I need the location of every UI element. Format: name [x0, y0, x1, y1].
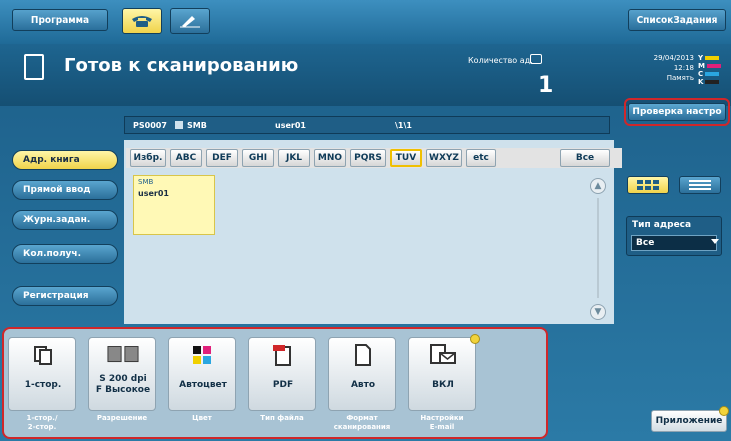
caption-color: Цвет	[192, 414, 212, 422]
signature-mode-button[interactable]	[170, 8, 210, 34]
tab-def[interactable]: DEF	[206, 149, 238, 167]
quantity-label: Количество ад.	[468, 56, 533, 65]
server-icon	[175, 121, 183, 129]
tab-pqrs[interactable]: PQRS	[350, 149, 386, 167]
address-book-icon	[530, 54, 542, 64]
chevron-down-icon	[711, 239, 719, 244]
job-list-button[interactable]: СписокЗадания	[628, 9, 726, 31]
setting-color-value: Автоцвет	[179, 380, 227, 390]
setting-resolution[interactable]: S 200 dpi F Высокое	[88, 337, 156, 411]
document-icon	[24, 54, 44, 80]
path-user: user01	[275, 121, 306, 130]
tab-ghi[interactable]: GHI	[242, 149, 274, 167]
nav-direct-input[interactable]: Прямой ввод	[12, 180, 118, 200]
entry-type: SMB	[138, 178, 154, 186]
time-text: 12:18	[673, 64, 694, 72]
memory-label: Память	[666, 74, 694, 82]
protocol-label: SMB	[187, 121, 207, 130]
setting-file-type[interactable]: PDF	[248, 337, 316, 411]
entry-name: user01	[138, 189, 169, 198]
duplex-icon	[27, 344, 59, 366]
quantity-value: 1	[538, 73, 554, 98]
scroll-track	[597, 198, 599, 298]
tab-favorites[interactable]: Избр.	[130, 149, 166, 167]
check-settings-frame: Проверка настро	[624, 98, 730, 126]
caption-scan-size: Формат сканирования	[333, 414, 391, 431]
notification-dot-icon	[470, 334, 480, 344]
page-title: Готов к сканированию	[64, 55, 299, 76]
check-settings-button[interactable]: Проверка настро	[628, 103, 726, 121]
tab-wxyz[interactable]: WXYZ	[426, 149, 462, 167]
color-icon	[187, 344, 219, 366]
nav-address-book[interactable]: Адр. книга	[12, 150, 118, 170]
apps-notification-dot-icon	[719, 406, 729, 416]
list-view-button[interactable]	[679, 176, 721, 194]
setting-duplex[interactable]: 1-стор.	[8, 337, 76, 411]
program-button[interactable]: Программа	[12, 9, 108, 31]
setting-resolution-value: S 200 dpi F Высокое	[95, 374, 151, 395]
top-bar	[0, 0, 731, 44]
applications-button[interactable]: Приложение	[651, 410, 727, 432]
setting-duplex-value: 1-стор.	[24, 380, 62, 390]
grid-view-icon	[637, 180, 659, 190]
pdf-icon	[267, 344, 299, 366]
toner-levels: Y M C K	[698, 54, 728, 86]
nav-registration[interactable]: Регистрация	[12, 286, 118, 306]
setting-file-type-value: PDF	[272, 380, 294, 390]
nav-job-history[interactable]: Журн.задан.	[12, 210, 118, 230]
toner-c: C	[698, 70, 728, 78]
address-type-title: Тип адреса	[632, 220, 692, 230]
list-view-icon	[689, 180, 711, 190]
tab-all[interactable]: Все	[560, 149, 610, 167]
address-entry[interactable]: SMB user01	[133, 175, 215, 235]
pen-icon	[180, 16, 200, 28]
toner-y: Y	[698, 54, 728, 62]
fax-mode-button[interactable]	[122, 8, 162, 34]
address-type-value[interactable]: Все	[631, 235, 717, 251]
list-scrollbar[interactable]: ▲ ▼	[590, 178, 606, 320]
resolution-icon	[107, 344, 139, 366]
scroll-up-icon[interactable]: ▲	[590, 178, 606, 194]
setting-color[interactable]: Автоцвет	[168, 337, 236, 411]
grid-view-button[interactable]	[627, 176, 669, 194]
nav-recipient-count[interactable]: Кол.получ.	[12, 244, 118, 264]
setting-email[interactable]: ВКЛ	[408, 337, 476, 411]
path-folder: \1\1	[395, 121, 412, 130]
scroll-down-icon[interactable]: ▼	[590, 304, 606, 320]
toner-k: K	[698, 78, 728, 86]
email-icon	[427, 344, 459, 366]
tab-etc[interactable]: etc	[466, 149, 496, 167]
tab-jkl[interactable]: JKL	[278, 149, 310, 167]
date-text: 29/04/2013	[653, 54, 694, 62]
tab-tuv[interactable]: TUV	[390, 149, 422, 167]
tab-mno[interactable]: MNO	[314, 149, 346, 167]
caption-duplex: 1-стор./ 2-стор.	[26, 414, 58, 431]
setting-email-value: ВКЛ	[432, 380, 454, 390]
datetime: 29/04/2013 12:18 Память	[648, 53, 694, 83]
phone-icon	[132, 16, 152, 27]
caption-resolution: Разрешение	[96, 414, 148, 422]
toner-m: M	[698, 62, 728, 70]
server-name: PS0007	[133, 121, 167, 130]
setting-scan-size[interactable]: Авто	[328, 337, 396, 411]
tab-abc[interactable]: ABC	[170, 149, 202, 167]
setting-scan-size-value: Авто	[350, 380, 376, 390]
caption-file-type: Тип файла	[260, 414, 304, 422]
destination-path-bar: PS0007 SMB user01 \1\1	[124, 116, 610, 134]
caption-email: Настройки E-mail	[420, 414, 464, 431]
paper-size-icon	[347, 344, 379, 366]
scan-screen: Программа СписокЗадания Готов к сканиров…	[0, 0, 731, 441]
address-type-select[interactable]: Тип адреса Все	[626, 216, 722, 256]
